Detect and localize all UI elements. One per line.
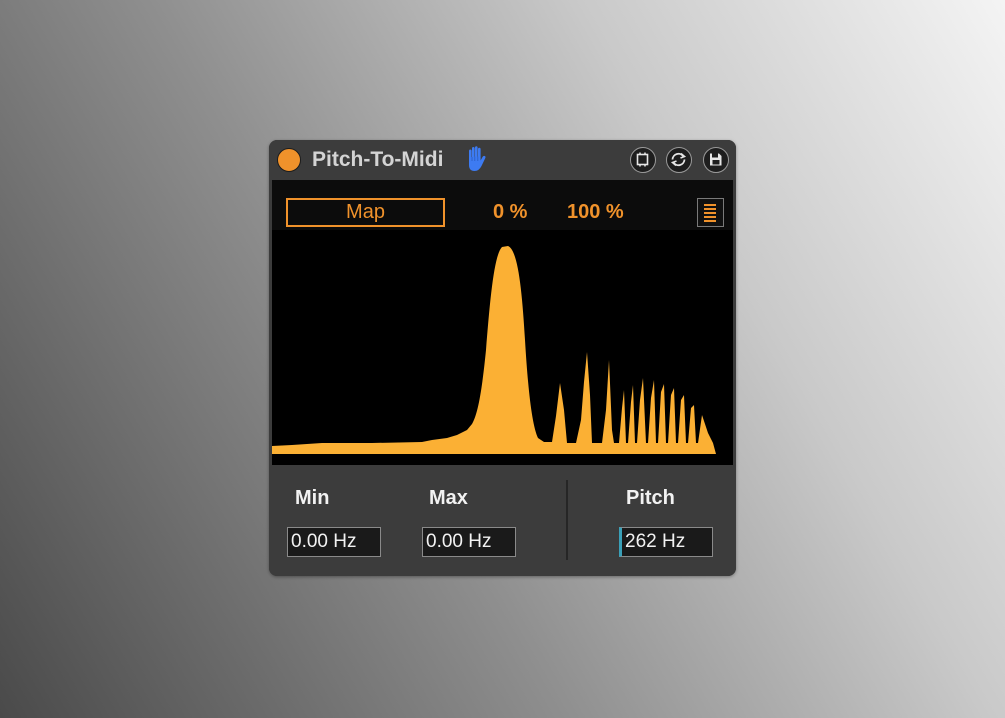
freeze-icon xyxy=(636,152,649,167)
max-label: Max xyxy=(429,487,468,509)
power-led-icon[interactable] xyxy=(277,148,301,172)
hand-icon[interactable] xyxy=(464,145,488,173)
list-menu-button[interactable] xyxy=(697,198,724,227)
pitch-to-midi-device: Pitch-To-Midi Map 0 % 100 % Min Max Pitc… xyxy=(269,140,736,576)
map-button[interactable]: Map xyxy=(286,198,445,227)
pitch-frequency-field[interactable]: 262 Hz xyxy=(619,527,713,557)
list-icon-line xyxy=(704,212,716,214)
refresh-icon xyxy=(670,152,687,167)
device-title-bar: Pitch-To-Midi xyxy=(269,140,736,180)
pitch-label: Pitch xyxy=(626,487,675,509)
min-label: Min xyxy=(295,487,330,509)
device-title: Pitch-To-Midi xyxy=(312,148,444,171)
display-top-bar: Map 0 % 100 % xyxy=(272,180,733,230)
list-icon xyxy=(704,204,716,206)
min-frequency-field[interactable]: 0.00 Hz xyxy=(287,527,381,557)
list-icon-line xyxy=(704,208,716,210)
spectrum-fill xyxy=(272,246,716,454)
list-icon-line xyxy=(704,216,716,218)
max-frequency-field[interactable]: 0.00 Hz xyxy=(422,527,516,557)
section-divider xyxy=(566,480,568,560)
save-icon xyxy=(710,153,722,166)
max-percent-value[interactable]: 100 % xyxy=(567,198,624,227)
list-icon-line xyxy=(704,220,716,222)
controls-panel: Min Max Pitch 0.00 Hz 0.00 Hz 262 Hz xyxy=(269,465,736,576)
freeze-button[interactable] xyxy=(630,147,656,173)
spectrum-display xyxy=(272,246,716,454)
display-panel: Map 0 % 100 % xyxy=(272,180,733,465)
refresh-button[interactable] xyxy=(666,147,692,173)
save-button[interactable] xyxy=(703,147,729,173)
min-percent-value[interactable]: 0 % xyxy=(493,198,527,227)
